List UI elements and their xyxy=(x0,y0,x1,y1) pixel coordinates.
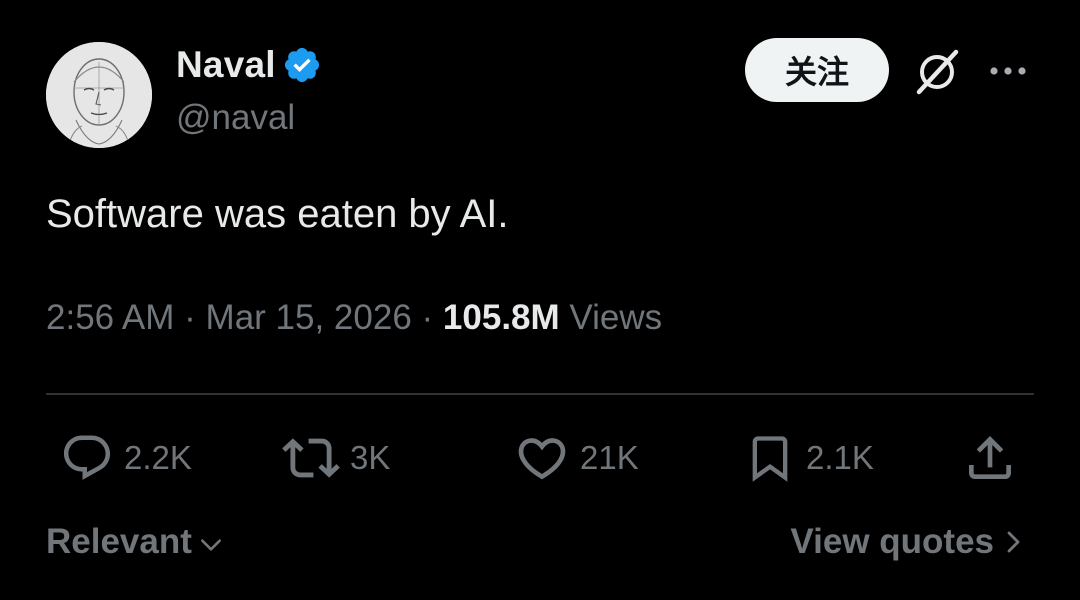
bookmark-button[interactable]: 2.1K xyxy=(744,430,874,486)
tweet-date[interactable]: Mar 15, 2026 xyxy=(206,298,412,337)
author-handle[interactable]: @naval xyxy=(176,98,295,138)
meta-separator: · xyxy=(421,298,434,337)
verified-badge-icon[interactable] xyxy=(282,45,322,85)
bookmark-icon xyxy=(752,436,788,482)
like-count: 21K xyxy=(580,439,639,476)
avatar[interactable] xyxy=(46,42,152,148)
heart-icon xyxy=(518,438,566,480)
share-icon xyxy=(969,436,1011,479)
share-button[interactable] xyxy=(962,430,1018,486)
more-horizontal-icon[interactable] xyxy=(986,56,1030,86)
sort-label: Relevant xyxy=(46,522,192,561)
tweet-meta: 2:56 AM · Mar 15, 2026 · 105.8M Views xyxy=(46,298,662,338)
retweet-button[interactable]: 3K xyxy=(282,430,390,486)
reply-button[interactable]: 2.2K xyxy=(60,430,192,486)
tweet-time[interactable]: 2:56 AM xyxy=(46,298,174,337)
bookmark-count: 2.1K xyxy=(806,439,874,476)
author-display-name[interactable]: Naval xyxy=(176,44,276,86)
views-label: Views xyxy=(569,298,663,337)
meta-separator: · xyxy=(184,298,196,337)
grok-icon[interactable] xyxy=(909,44,965,100)
reply-count: 2.2K xyxy=(124,439,192,476)
sort-replies-dropdown[interactable]: Relevant xyxy=(46,522,224,562)
retweet-count: 3K xyxy=(350,439,391,476)
views-count: 105.8M xyxy=(442,298,560,337)
divider xyxy=(46,393,1034,395)
follow-button[interactable]: 关注 xyxy=(745,38,889,102)
like-button[interactable]: 21K xyxy=(514,430,639,486)
chevron-right-icon xyxy=(1007,531,1020,553)
view-quotes-label: View quotes xyxy=(790,522,994,561)
tweet-text: Software was eaten by AI. xyxy=(46,192,509,236)
view-quotes-link[interactable]: View quotes xyxy=(790,522,1024,562)
author-name-row: Naval xyxy=(176,44,322,86)
sketch-portrait-avatar-icon xyxy=(46,42,152,148)
reply-icon xyxy=(63,435,111,480)
chevron-down-icon xyxy=(200,539,221,551)
retweet-icon xyxy=(282,438,340,478)
